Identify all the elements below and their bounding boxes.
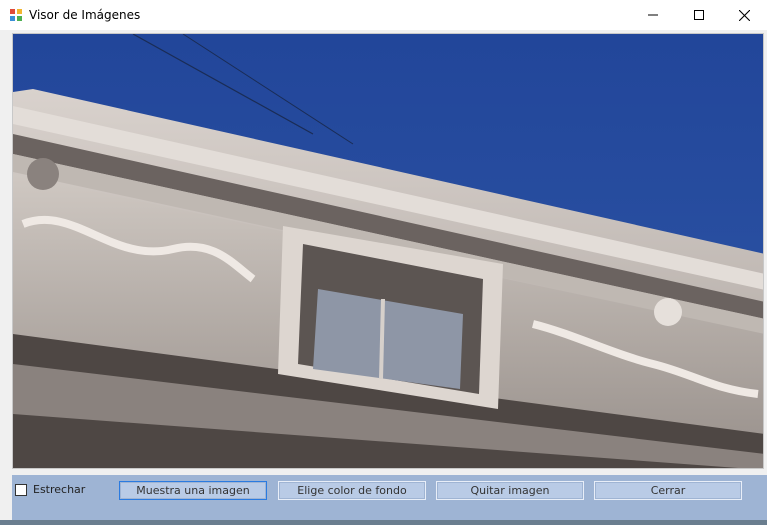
picture-box: [12, 33, 764, 469]
maximize-button[interactable]: [676, 0, 722, 30]
minimize-icon: [648, 14, 658, 16]
close-button[interactable]: [721, 0, 767, 30]
close-app-button[interactable]: Cerrar: [594, 481, 742, 500]
stretch-checkbox-box[interactable]: [15, 483, 27, 496]
window-title: Visor de Imágenes: [29, 8, 141, 22]
controls-panel: Estrechar Muestra una imagen Elige color…: [12, 475, 767, 520]
close-icon: [738, 9, 750, 21]
app-icon: [9, 8, 23, 22]
show-image-button[interactable]: Muestra una imagen: [119, 481, 267, 500]
minimize-button[interactable]: [630, 0, 676, 30]
building-photo: [13, 34, 763, 468]
main-content: Estrechar Muestra una imagen Elige color…: [0, 30, 767, 525]
stretch-checkbox-label: Estrechar: [33, 483, 86, 496]
background-color-button[interactable]: Elige color de fondo: [278, 481, 426, 500]
title-bar: Visor de Imágenes: [0, 0, 767, 30]
stretch-checkbox[interactable]: Estrechar: [15, 483, 85, 496]
window-bottom-edge: [0, 520, 767, 525]
maximize-icon: [694, 10, 704, 20]
clear-image-button[interactable]: Quitar imagen: [436, 481, 584, 500]
